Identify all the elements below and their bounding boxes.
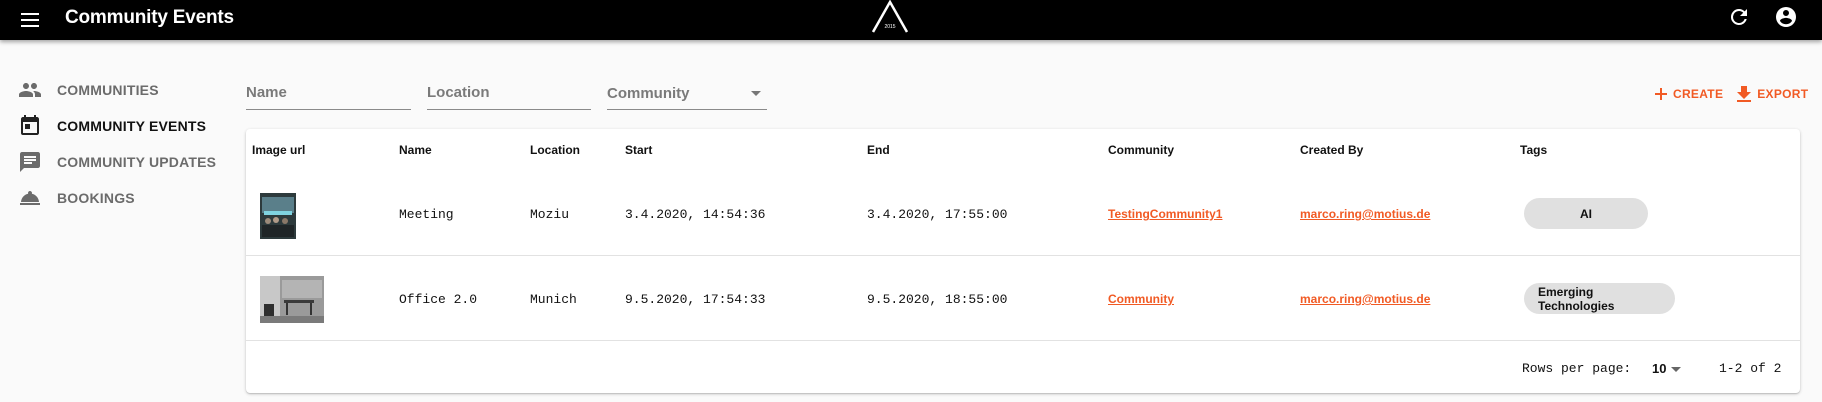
account-circle-icon[interactable] <box>1774 5 1798 29</box>
create-button[interactable]: CREATE <box>1655 86 1723 102</box>
location-filter-input[interactable] <box>427 80 591 101</box>
cell-name: Meeting <box>399 207 454 222</box>
community-link[interactable]: Community <box>1108 292 1174 306</box>
creator-email-link[interactable]: marco.ring@motius.de <box>1300 207 1430 221</box>
location-filter-field[interactable] <box>427 80 591 110</box>
header-image-url[interactable]: Image url <box>252 143 305 157</box>
menu-icon[interactable] <box>18 8 42 32</box>
rows-per-page-label: Rows per page: <box>1522 361 1632 376</box>
table-row[interactable]: Office 2.0 Munich 9.5.2020, 17:54:33 9.5… <box>246 256 1800 341</box>
sidebar-item-label: COMMUNITY UPDATES <box>57 154 217 170</box>
export-button[interactable]: EXPORT <box>1737 86 1808 102</box>
rows-per-page-select[interactable]: 10 <box>1649 360 1685 378</box>
community-filter-select[interactable]: Community <box>607 80 767 110</box>
sidebar-item-label: BOOKINGS <box>57 190 135 206</box>
cell-end: 9.5.2020, 18:55:00 <box>867 292 1008 307</box>
sidebar-item-community-updates[interactable]: COMMUNITY UPDATES <box>0 144 230 180</box>
header-created-by[interactable]: Created By <box>1300 143 1363 157</box>
room-service-icon <box>18 186 42 210</box>
app-title: Community Events <box>65 7 234 28</box>
cell-name: Office 2.0 <box>399 292 478 307</box>
tag-chip[interactable]: Emerging Technologies <box>1524 283 1675 314</box>
cell-location: Moziu <box>530 207 570 222</box>
table-actions: CREATE EXPORT <box>1655 86 1822 102</box>
creator-email-link[interactable]: marco.ring@motius.de <box>1300 292 1430 306</box>
cell-location: Munich <box>530 292 577 307</box>
refresh-icon[interactable] <box>1727 5 1751 29</box>
table-pagination: Rows per page: 10 1-2 of 2 <box>246 341 1800 393</box>
header-end[interactable]: End <box>867 143 890 157</box>
header-tags[interactable]: Tags <box>1520 143 1547 157</box>
pagination-range: 1-2 of 2 <box>1719 361 1782 376</box>
create-button-label: CREATE <box>1673 87 1724 101</box>
header-name[interactable]: Name <box>399 143 432 157</box>
export-button-label: EXPORT <box>1757 87 1809 101</box>
chevron-down-icon <box>1671 367 1681 372</box>
chevron-down-icon <box>751 91 761 96</box>
chat-icon <box>18 150 42 174</box>
download-icon <box>1737 86 1752 102</box>
sidebar: COMMUNITIES COMMUNITY EVENTS COMMUNITY U… <box>0 72 230 216</box>
sidebar-item-communities[interactable]: COMMUNITIES <box>0 72 230 108</box>
app-bar: Community Events 2015 <box>0 0 1822 40</box>
sidebar-item-community-events[interactable]: COMMUNITY EVENTS <box>0 108 230 144</box>
sidebar-item-label: COMMUNITY EVENTS <box>57 118 207 134</box>
tag-chip[interactable]: AI <box>1524 198 1648 229</box>
cell-end: 3.4.2020, 17:55:00 <box>867 207 1008 222</box>
event-image-thumbnail <box>260 193 296 239</box>
header-community[interactable]: Community <box>1108 143 1174 157</box>
event-image-thumbnail <box>260 276 324 323</box>
table-row[interactable]: Meeting Moziu 3.4.2020, 14:54:36 3.4.202… <box>246 171 1800 256</box>
header-location[interactable]: Location <box>530 143 580 157</box>
community-link[interactable]: TestingCommunity1 <box>1108 207 1222 221</box>
header-start[interactable]: Start <box>625 143 652 157</box>
events-table: Image url Name Location Start End Commun… <box>246 129 1800 393</box>
logo-text: 2015 <box>884 24 895 30</box>
sidebar-item-bookings[interactable]: BOOKINGS <box>0 180 230 216</box>
people-icon <box>18 78 42 102</box>
name-filter-input[interactable] <box>246 80 411 101</box>
name-filter-field[interactable] <box>246 80 411 110</box>
cell-start: 9.5.2020, 17:54:33 <box>625 292 766 307</box>
add-icon <box>1655 88 1667 100</box>
community-filter-placeholder: Community <box>607 85 690 102</box>
logo: 2015 <box>870 0 910 34</box>
sidebar-item-label: COMMUNITIES <box>57 82 159 98</box>
rows-per-page-value: 10 <box>1652 361 1667 376</box>
cell-start: 3.4.2020, 14:54:36 <box>625 207 766 222</box>
calendar-icon <box>18 114 42 138</box>
